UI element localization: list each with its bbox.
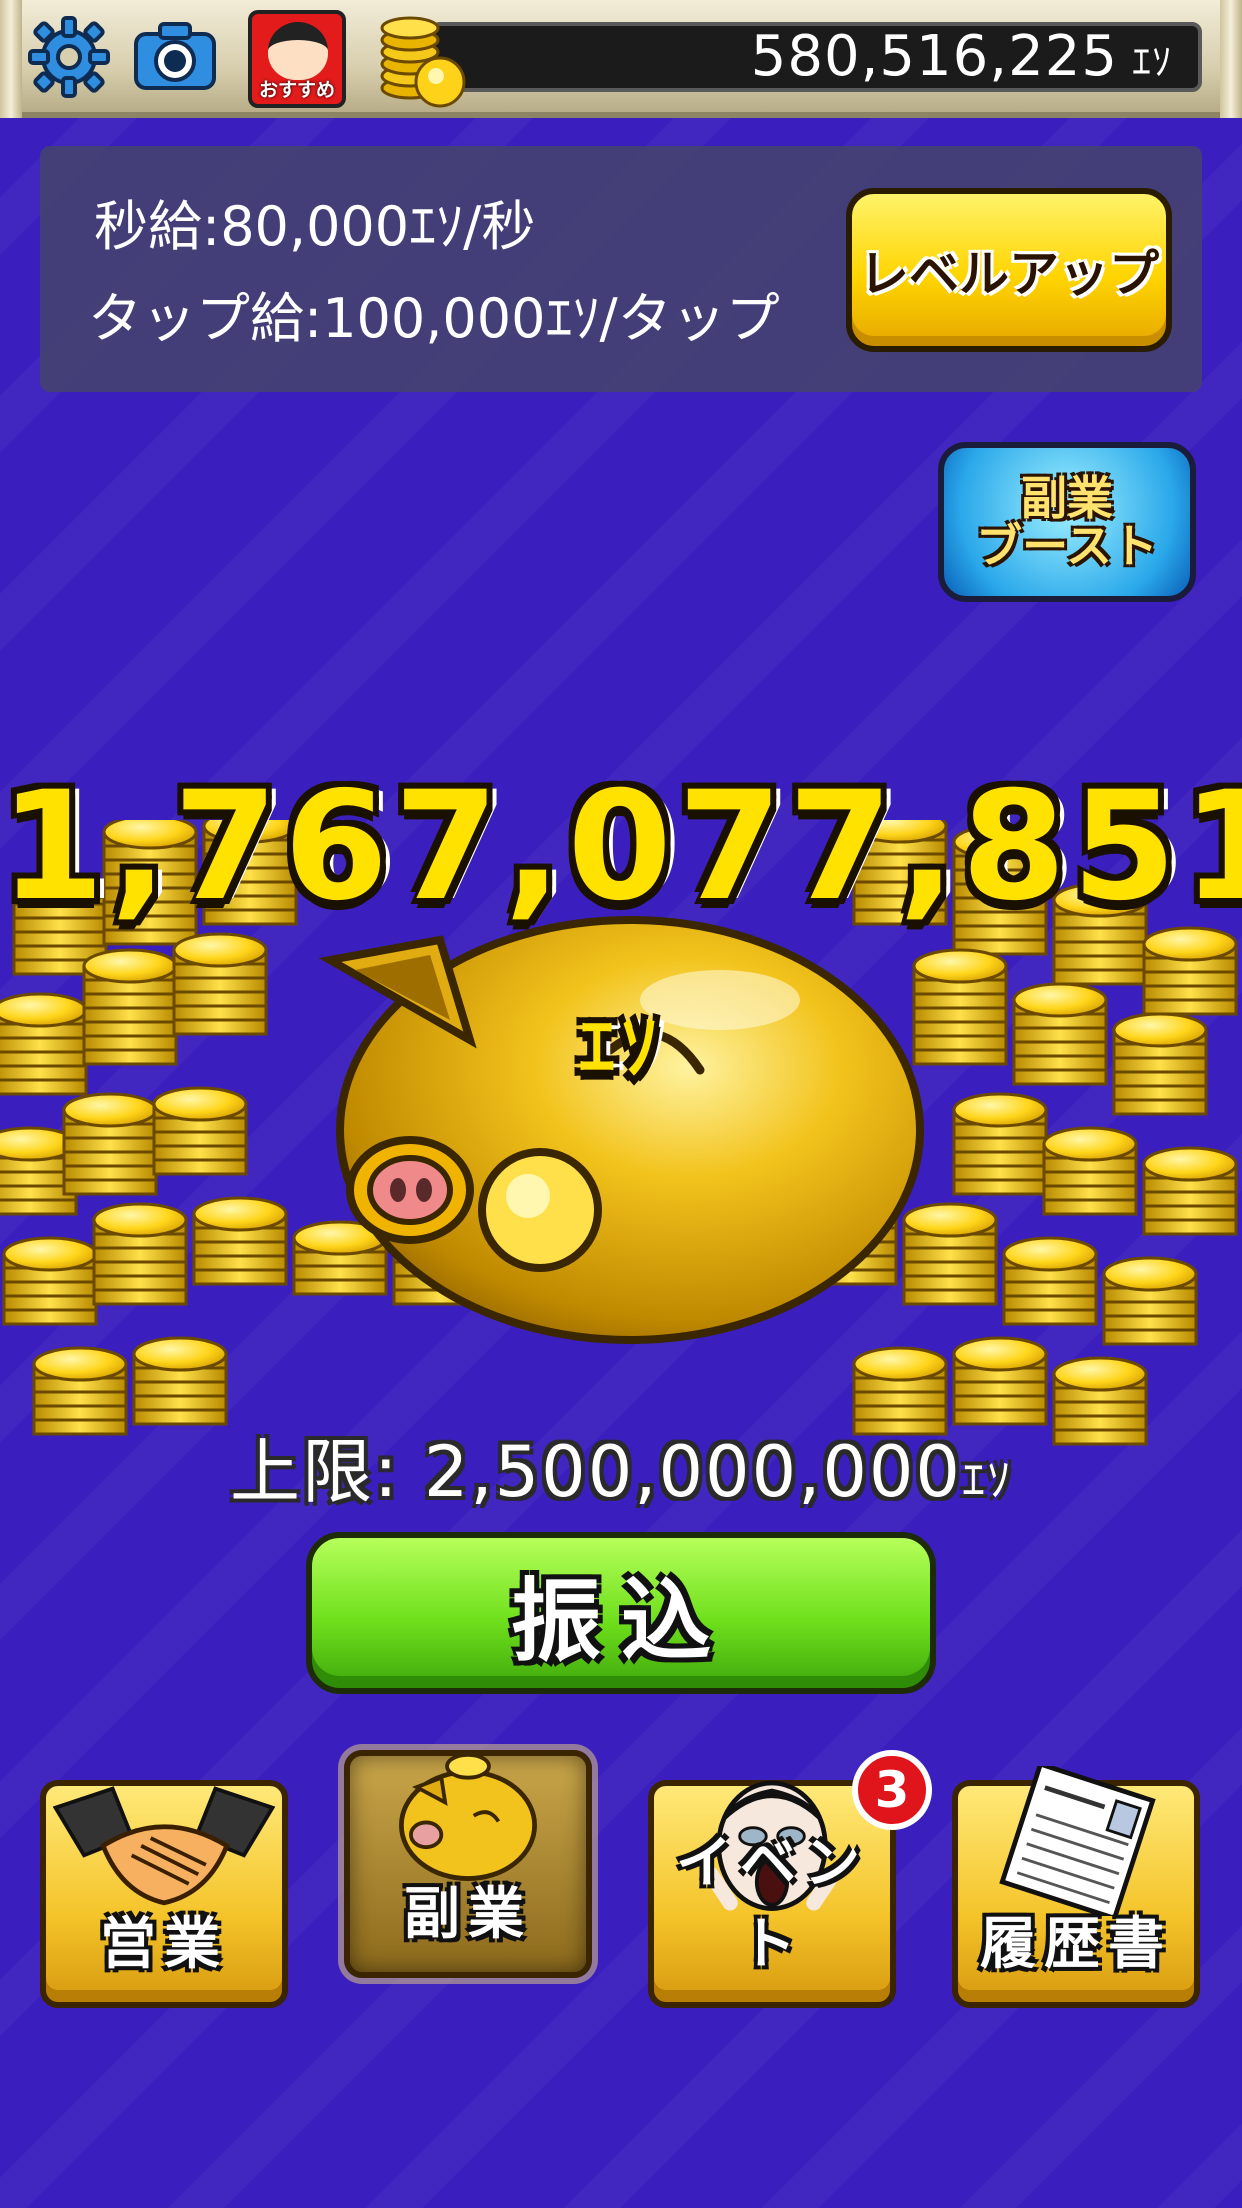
coin-stack-side: [1052, 1400, 1148, 1418]
level-up-button[interactable]: レベルアップ: [846, 188, 1172, 352]
coin-stack-side: [952, 1394, 1048, 1412]
transfer-button[interactable]: 振込: [306, 1532, 936, 1694]
coin-stack-side: [952, 1136, 1048, 1154]
coin-stack-top: [2, 1236, 98, 1272]
coin-stack-side: [1142, 1218, 1238, 1236]
money-display: 580,516,225 ｴｿ: [430, 22, 1202, 92]
avatar: [268, 22, 328, 80]
coin-stack-side: [2, 1294, 98, 1312]
boost-label-line2: ブースト: [976, 519, 1158, 573]
coin-stack-side: [1042, 1198, 1138, 1216]
savings-amount-value: 1,767,077,851: [0, 760, 1242, 934]
money-unit: ｴｿ: [1131, 40, 1172, 84]
nav-resume-label: 履歴書: [980, 1912, 1172, 1977]
coin-stack-top: [952, 1336, 1048, 1372]
coin-stack-side: [1142, 1204, 1238, 1222]
savings-limit-unit: ｴｿ: [961, 1453, 1012, 1507]
coin-stack-side: [152, 1144, 248, 1162]
coin-stack-side: [952, 1178, 1048, 1196]
income-per-second: 秒給:80,000ｴｿ/秒: [94, 195, 536, 258]
savings-limit: 上限: 2,500,000,000ｴｿ: [0, 1416, 1242, 1517]
recommend-button[interactable]: おすすめ: [248, 10, 346, 108]
nav-sales-label: 営業: [100, 1912, 228, 1977]
nav-side-job-button[interactable]: 副業: [344, 1750, 592, 1978]
coin-stack-side: [92, 1274, 188, 1292]
coin-stack-side: [952, 1150, 1048, 1168]
coin-stack-side: [192, 1254, 288, 1272]
camera-icon[interactable]: [132, 14, 218, 100]
nav-resume-button[interactable]: 履歴書: [952, 1766, 1200, 2008]
coin-stack-side: [1002, 1308, 1098, 1326]
coin-stack-side: [92, 1260, 188, 1278]
coin-stack-side: [2, 1308, 98, 1326]
coin-stack-side: [192, 1268, 288, 1286]
handshake-icon: [52, 1786, 276, 1906]
recommend-label: おすすめ: [258, 79, 335, 101]
coin-stack-side: [152, 1130, 248, 1148]
savings-limit-value: 上限: 2,500,000,000: [230, 1431, 962, 1513]
boost-label-line1: 副業: [1021, 470, 1113, 525]
coin-stack-side: [1102, 1314, 1198, 1332]
coin-stack-side: [32, 1390, 128, 1408]
side-job-boost-button[interactable]: 副業 ブースト: [938, 442, 1196, 602]
gear-icon[interactable]: [26, 14, 112, 100]
coin-stack-top: [1142, 1146, 1238, 1182]
coin-stack-side: [1042, 1170, 1138, 1188]
resume-document-icon: [999, 1766, 1156, 1916]
coin-stack-side: [1142, 1190, 1238, 1208]
coin-stack-side: [1002, 1294, 1098, 1312]
savings-amount-unit: ｴｿ: [578, 1005, 663, 1089]
money-value: 580,516,225: [750, 24, 1118, 89]
coin-stack-top: [1102, 1256, 1198, 1292]
nav-sales-button[interactable]: 営業: [40, 1780, 288, 2008]
coin-stack-side: [1002, 1280, 1098, 1298]
coin-stack-side: [1042, 1184, 1138, 1202]
top-bar: おすすめ 580,516,225 ｴｿ: [0, 0, 1242, 118]
nav-event-label: イベント: [676, 1831, 868, 1977]
coin-stack-side: [2, 1280, 98, 1298]
coin-stack-side: [1102, 1300, 1198, 1318]
coin-stack-top: [132, 1336, 228, 1372]
coin-stack-side: [1102, 1328, 1198, 1346]
coin-stack-side: [192, 1240, 288, 1258]
savings-amount: 1,767,077,851 ｴｿ: [0, 760, 1242, 1108]
top-bar-pillar-left: [0, 0, 22, 118]
coin-stack-side: [152, 1158, 248, 1176]
coin-stack-top: [92, 1202, 188, 1238]
coin-stack-side: [92, 1288, 188, 1306]
coin-stack-side: [92, 1246, 188, 1264]
coin-stack-top: [1052, 1356, 1148, 1392]
nav-event-button[interactable]: イベント: [648, 1780, 896, 2008]
coin-stack-side: [62, 1164, 158, 1182]
event-notification-badge: 3: [852, 1750, 932, 1830]
nav-side-job-label: 副業: [404, 1882, 532, 1947]
coin-stack-top: [1042, 1126, 1138, 1162]
coin-stack-side: [952, 1164, 1048, 1182]
coin-stack-top: [192, 1196, 288, 1232]
coin-stack-side: [132, 1394, 228, 1412]
income-per-tap: タップ給:100,000ｴｿ/タップ: [88, 287, 780, 350]
coin-stack-side: [952, 1380, 1048, 1398]
coin-stack-icon: [378, 10, 468, 110]
coin-stack-side: [62, 1178, 158, 1196]
coin-stack-side: [132, 1380, 228, 1398]
golden-pig-icon: [399, 1752, 537, 1881]
coin-stack-top: [32, 1346, 128, 1382]
coin-stack-side: [62, 1150, 158, 1168]
coin-stack-top: [1002, 1236, 1098, 1272]
income-stats-panel: 秒給:80,000ｴｿ/秒 タップ給:100,000ｴｿ/タップ レベルアップ: [40, 146, 1202, 392]
coin-stack-side: [0, 1198, 78, 1216]
top-bar-pillar-right: [1220, 0, 1242, 118]
coin-stack-side: [62, 1136, 158, 1154]
